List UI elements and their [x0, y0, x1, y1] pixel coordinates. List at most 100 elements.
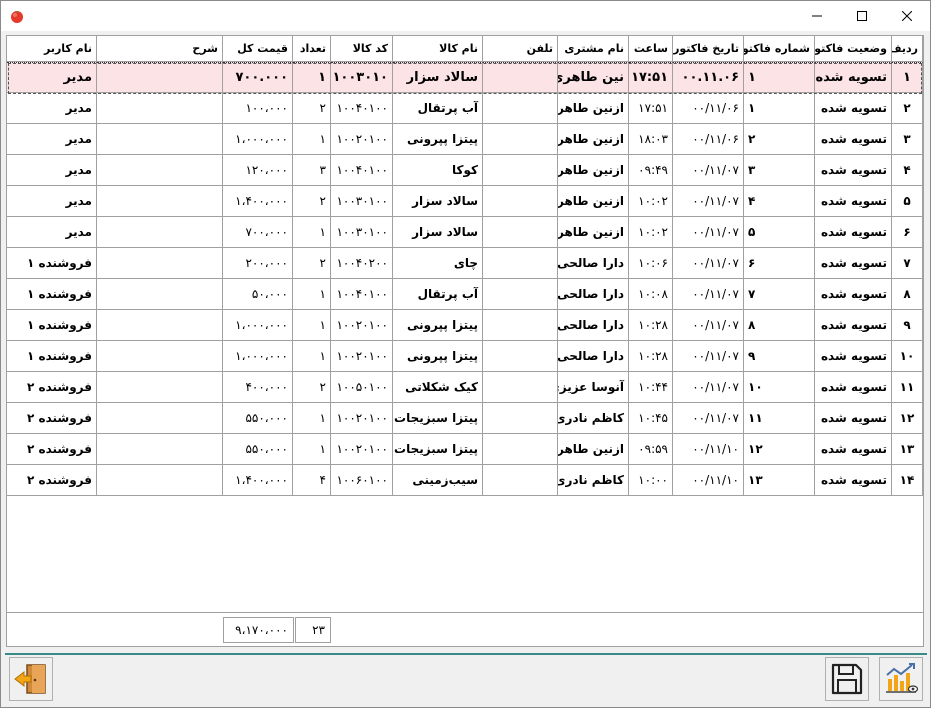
table-row[interactable]: ۲تسویه شده۱۰۰/۱۱/۰۶۱۷:۵۱ازنین طاهریآب پر…	[7, 93, 923, 124]
cell-total-price: ۷۰۰،۰۰۰	[223, 217, 293, 248]
cell-quantity: ۲	[293, 248, 331, 279]
cell-quantity: ۱	[293, 434, 331, 465]
cell-product-code: ۱۰۰۴۰۲۰۰	[331, 248, 393, 279]
invoice-grid[interactable]: ردیفوضعیت فاکتورشماره فاکتورتاریخ فاکتور…	[6, 35, 924, 647]
table-row[interactable]: ۱۴ تسویه شده ۱۳ ۰۰/۱۱/۱۰ ۱۰:۰۰ کاظم نادری سیب‌…	[7, 465, 923, 496]
cell-invoice-date: ۰۰/۱۱/۰۶	[673, 124, 744, 155]
table-row[interactable]: ۵تسویه شده۴۰۰/۱۱/۰۷۱۰:۰۲ازنین طاهری سالاد…	[7, 186, 923, 217]
cell-description	[97, 403, 223, 434]
cell-user-name: مدیر	[7, 62, 97, 93]
exit-button[interactable]	[9, 657, 53, 701]
column-header-product-code[interactable]: کد کالا	[331, 36, 393, 62]
cell-user-name: مدیر	[7, 124, 97, 155]
cell-user-name: فروشنده ۲	[7, 465, 97, 496]
cell-status: تسویه شده	[815, 62, 892, 93]
cell-quantity: ۲	[293, 93, 331, 124]
cell-product-code: ۱۰۰۲۰۱۰۰	[331, 403, 393, 434]
cell-invoice-date: ۰۰/۱۱/۰۷	[673, 155, 744, 186]
cell-product-code: ۱۰۰۴۰۱۰۰	[331, 279, 393, 310]
cell-phone	[483, 434, 558, 465]
cell-customer-name: دارا صالحی	[558, 279, 629, 310]
column-header-row-index[interactable]: ردیف	[892, 36, 923, 62]
cell-customer-name: آنوسا عزیزی	[558, 372, 629, 403]
cell-product-name: پیتزا سبزیجات	[393, 403, 483, 434]
column-header-user-name[interactable]: نام کاربر	[7, 36, 97, 62]
cell-total-price: ۵۵۰،۰۰۰	[223, 434, 293, 465]
footer-total-price: ۹،۱۷۰،۰۰۰	[223, 617, 294, 643]
table-row[interactable]: ۱ تسویه شده ۱ ۰۰.۱۱.۰۶ ۱۷:۵۱ نین طاهری سالاد س…	[7, 62, 923, 93]
table-row[interactable]: ۱۱تسویه شده۱۰۰۰/۱۱/۰۷۱۰:۴۴آنوسا عزیزی کیک…	[7, 372, 923, 403]
minimize-button[interactable]	[794, 1, 840, 31]
cell-status: تسویه شده	[815, 186, 892, 217]
cell-invoice-date: ۰۰/۱۱/۰۷	[673, 248, 744, 279]
table-row[interactable]: ۱۲ تسویه شده ۱۱ ۰۰/۱۱/۰۷ ۱۰:۴۵ کاظم نادری پیتز…	[7, 403, 923, 434]
cell-invoice-number: ۹	[744, 341, 815, 372]
table-row[interactable]: ۶تسویه شده۵۰۰/۱۱/۰۷۱۰:۰۲ازنین طاهری سالاد…	[7, 217, 923, 248]
cell-row-index: ۱۳	[892, 434, 923, 465]
main-window: ردیفوضعیت فاکتورشماره فاکتورتاریخ فاکتور…	[0, 0, 931, 708]
cell-customer-name: کاظم نادری	[558, 465, 629, 496]
column-header-product-name[interactable]: نام کالا	[393, 36, 483, 62]
cell-customer-name: نین طاهری	[558, 62, 629, 93]
column-header-description[interactable]: شرح	[97, 36, 223, 62]
cell-time: ۱۰:۴۴	[629, 372, 673, 403]
cell-status: تسویه شده	[815, 155, 892, 186]
cell-invoice-date: ۰۰/۱۱/۰۷	[673, 279, 744, 310]
table-row[interactable]: ۱۰ تسویه شده ۹ ۰۰/۱۱/۰۷ ۱۰:۲۸ دارا صالحی پیتزا…	[7, 341, 923, 372]
column-header-total-price[interactable]: قیمت کل	[223, 36, 293, 62]
save-button[interactable]	[825, 657, 869, 701]
cell-quantity: ۱	[293, 62, 331, 93]
column-header-quantity[interactable]: تعداد	[293, 36, 331, 62]
cell-time: ۰۹:۴۹	[629, 155, 673, 186]
cell-invoice-number: ۷	[744, 279, 815, 310]
cell-description	[97, 155, 223, 186]
cell-row-index: ۱۱	[892, 372, 923, 403]
cell-user-name: فروشنده ۲	[7, 372, 97, 403]
column-header-time[interactable]: ساعت	[629, 36, 673, 62]
cell-invoice-number: ۵	[744, 217, 815, 248]
cell-product-code: ۱۰۰۳۰۱۰	[331, 62, 393, 93]
column-header-phone[interactable]: تلفن	[483, 36, 558, 62]
cell-product-name: چای	[393, 248, 483, 279]
cell-user-name: مدیر	[7, 217, 97, 248]
cell-invoice-number: ۲	[744, 124, 815, 155]
table-row[interactable]: ۳تسویه شده۲۰۰/۱۱/۰۶۱۸:۰۳ازنین طاهری پیتزا…	[7, 124, 923, 155]
cell-phone	[483, 279, 558, 310]
cell-product-code: ۱۰۰۳۰۱۰۰	[331, 186, 393, 217]
column-header-status[interactable]: وضعیت فاکتور	[815, 36, 892, 62]
exit-icon	[14, 664, 46, 694]
cell-customer-name: ازنین طاهری	[558, 124, 629, 155]
cell-description	[97, 186, 223, 217]
table-row[interactable]: ۷ تسویه شده ۶ ۰۰/۱۱/۰۷ ۱۰:۰۶ دارا صالحی چای ۱۰۰…	[7, 248, 923, 279]
column-header-customer-name[interactable]: نام مشتری	[558, 36, 629, 62]
cell-time: ۱۰:۲۸	[629, 310, 673, 341]
cell-total-price: ۱،۰۰۰،۰۰۰	[223, 341, 293, 372]
table-row[interactable]: ۹ تسویه شده ۸ ۰۰/۱۱/۰۷ ۱۰:۲۸ دارا صالحی پیتزا …	[7, 310, 923, 341]
cell-total-price: ۷۰۰.۰۰۰	[223, 62, 293, 93]
cell-invoice-date: ۰۰/۱۱/۰۶	[673, 93, 744, 124]
cell-product-code: ۱۰۰۴۰۱۰۰	[331, 93, 393, 124]
cell-status: تسویه شده	[815, 310, 892, 341]
cell-customer-name: ازنین طاهری	[558, 217, 629, 248]
cell-total-price: ۱،۴۰۰،۰۰۰	[223, 465, 293, 496]
grid-footer: ۹،۱۷۰،۰۰۰ ۲۳	[7, 612, 923, 646]
cell-product-code: ۱۰۰۶۰۱۰۰	[331, 465, 393, 496]
cell-row-index: ۱۴	[892, 465, 923, 496]
table-row[interactable]: ۱۳تسویه شده۱۲۰۰/۱۱/۱۰۰۹:۵۹ازنین طاهری پیت…	[7, 434, 923, 465]
cell-phone	[483, 465, 558, 496]
cell-invoice-number: ۶	[744, 248, 815, 279]
table-row[interactable]: ۴تسویه شده۳۰۰/۱۱/۰۷۰۹:۴۹ازنین طاهریکوکا۱…	[7, 155, 923, 186]
cell-status: تسویه شده	[815, 372, 892, 403]
cell-phone	[483, 248, 558, 279]
cell-time: ۱۰:۰۸	[629, 279, 673, 310]
cell-phone	[483, 155, 558, 186]
close-button[interactable]	[884, 1, 930, 31]
maximize-button[interactable]	[839, 1, 885, 31]
cell-status: تسویه شده	[815, 93, 892, 124]
report-button[interactable]	[879, 657, 923, 701]
cell-customer-name: کاظم نادری	[558, 403, 629, 434]
column-header-invoice-number[interactable]: شماره فاکتور	[744, 36, 815, 62]
column-header-invoice-date[interactable]: تاریخ فاکتور	[673, 36, 744, 62]
table-row[interactable]: ۸ تسویه شده ۷ ۰۰/۱۱/۰۷ ۱۰:۰۸ دارا صالحی آب پرت…	[7, 279, 923, 310]
cell-product-code: ۱۰۰۵۰۱۰۰	[331, 372, 393, 403]
